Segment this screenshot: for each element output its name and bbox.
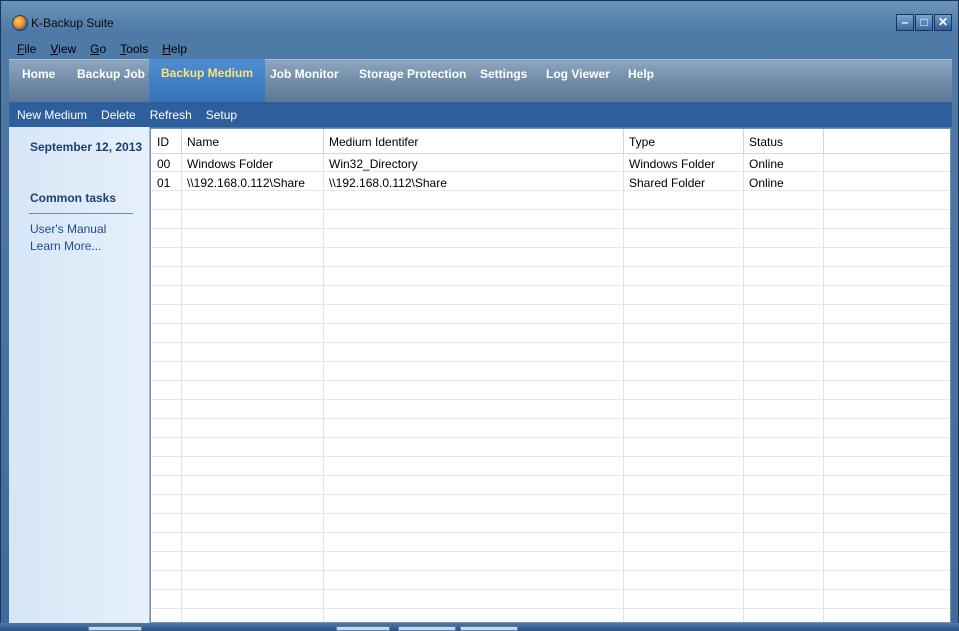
menu-go[interactable]: Go — [90, 42, 106, 56]
cell-name: Windows Folder — [187, 157, 274, 171]
taskbar-button[interactable] — [88, 626, 142, 631]
column-resize-handle[interactable] — [323, 129, 324, 153]
users-manual-link[interactable]: User's Manual — [30, 222, 106, 236]
learn-more-link[interactable]: Learn More... — [30, 239, 101, 253]
column-header-status[interactable]: Status — [749, 135, 783, 149]
tab-settings[interactable]: Settings — [480, 60, 527, 103]
new-medium-button[interactable]: New Medium — [17, 108, 87, 122]
divider — [29, 213, 133, 214]
cell-status: Online — [749, 157, 784, 171]
table-row[interactable]: 01 \\192.168.0.112\Share \\192.168.0.112… — [151, 173, 950, 192]
column-resize-handle[interactable] — [623, 129, 624, 153]
tab-job-monitor[interactable]: Job Monitor — [270, 60, 339, 103]
maximize-icon[interactable]: □ — [915, 14, 933, 31]
refresh-button[interactable]: Refresh — [150, 108, 192, 122]
column-resize-handle[interactable] — [743, 129, 744, 153]
current-date: September 12, 2013 — [30, 140, 143, 154]
menu-view[interactable]: View — [50, 42, 76, 56]
menu-bar: File View Go Tools Help — [9, 39, 952, 59]
action-toolbar: New Medium Delete Refresh Setup — [9, 102, 952, 127]
cell-medium-identifier: \\192.168.0.112\Share — [329, 176, 447, 190]
cell-id: 01 — [157, 176, 171, 190]
tab-storage-protection[interactable]: Storage Protection — [359, 60, 466, 103]
table-row[interactable]: 00 Windows Folder Win32_Directory Window… — [151, 154, 950, 173]
column-resize-handle[interactable] — [823, 129, 824, 153]
column-divider — [623, 129, 624, 622]
common-tasks-heading: Common tasks — [30, 191, 117, 205]
taskbar-button[interactable] — [460, 626, 518, 631]
tab-help[interactable]: Help — [628, 60, 654, 103]
app-window: K-Backup Suite – □ ✕ File View Go Tools … — [0, 0, 959, 631]
cell-type: Shared Folder — [629, 176, 706, 190]
menu-file[interactable]: File — [17, 42, 36, 56]
title-bar[interactable]: K-Backup Suite – □ ✕ — [1, 1, 958, 37]
window-title: K-Backup Suite — [31, 16, 114, 30]
tab-log-viewer[interactable]: Log Viewer — [546, 60, 610, 103]
taskbar-button[interactable] — [336, 626, 390, 631]
setup-button[interactable]: Setup — [206, 108, 237, 122]
tab-backup-job[interactable]: Backup Job — [77, 60, 145, 103]
app-logo-icon — [12, 15, 28, 31]
column-header-medium-identifier[interactable]: Medium Identifer — [329, 135, 418, 149]
main-nav: Home Backup Job Backup Medium Job Monito… — [9, 59, 952, 103]
column-resize-handle[interactable] — [181, 129, 182, 153]
cell-id: 00 — [157, 157, 171, 171]
cell-medium-identifier: Win32_Directory — [329, 157, 418, 171]
column-divider — [323, 129, 324, 622]
cell-status: Online — [749, 176, 784, 190]
column-header-name[interactable]: Name — [187, 135, 219, 149]
column-divider — [743, 129, 744, 622]
table-header: ID Name Medium Identifer Type Status — [151, 129, 950, 154]
sidebar: September 12, 2013 Common tasks User's M… — [9, 127, 150, 624]
column-header-type[interactable]: Type — [629, 135, 655, 149]
table-grid — [151, 153, 950, 622]
close-icon[interactable]: ✕ — [934, 14, 952, 31]
tab-backup-medium[interactable]: Backup Medium — [149, 59, 266, 103]
delete-button[interactable]: Delete — [101, 108, 136, 122]
tab-home[interactable]: Home — [22, 60, 55, 103]
taskbar-button[interactable] — [398, 626, 456, 631]
medium-table: ID Name Medium Identifer Type Status 00 … — [150, 128, 951, 623]
column-header-id[interactable]: ID — [157, 135, 169, 149]
minimize-icon[interactable]: – — [896, 14, 914, 31]
menu-tools[interactable]: Tools — [120, 42, 148, 56]
cell-type: Windows Folder — [629, 157, 716, 171]
column-divider — [823, 129, 824, 622]
cell-name: \\192.168.0.112\Share — [187, 176, 305, 190]
menu-help[interactable]: Help — [162, 42, 187, 56]
column-divider — [181, 129, 182, 622]
window-controls: – □ ✕ — [896, 14, 952, 31]
